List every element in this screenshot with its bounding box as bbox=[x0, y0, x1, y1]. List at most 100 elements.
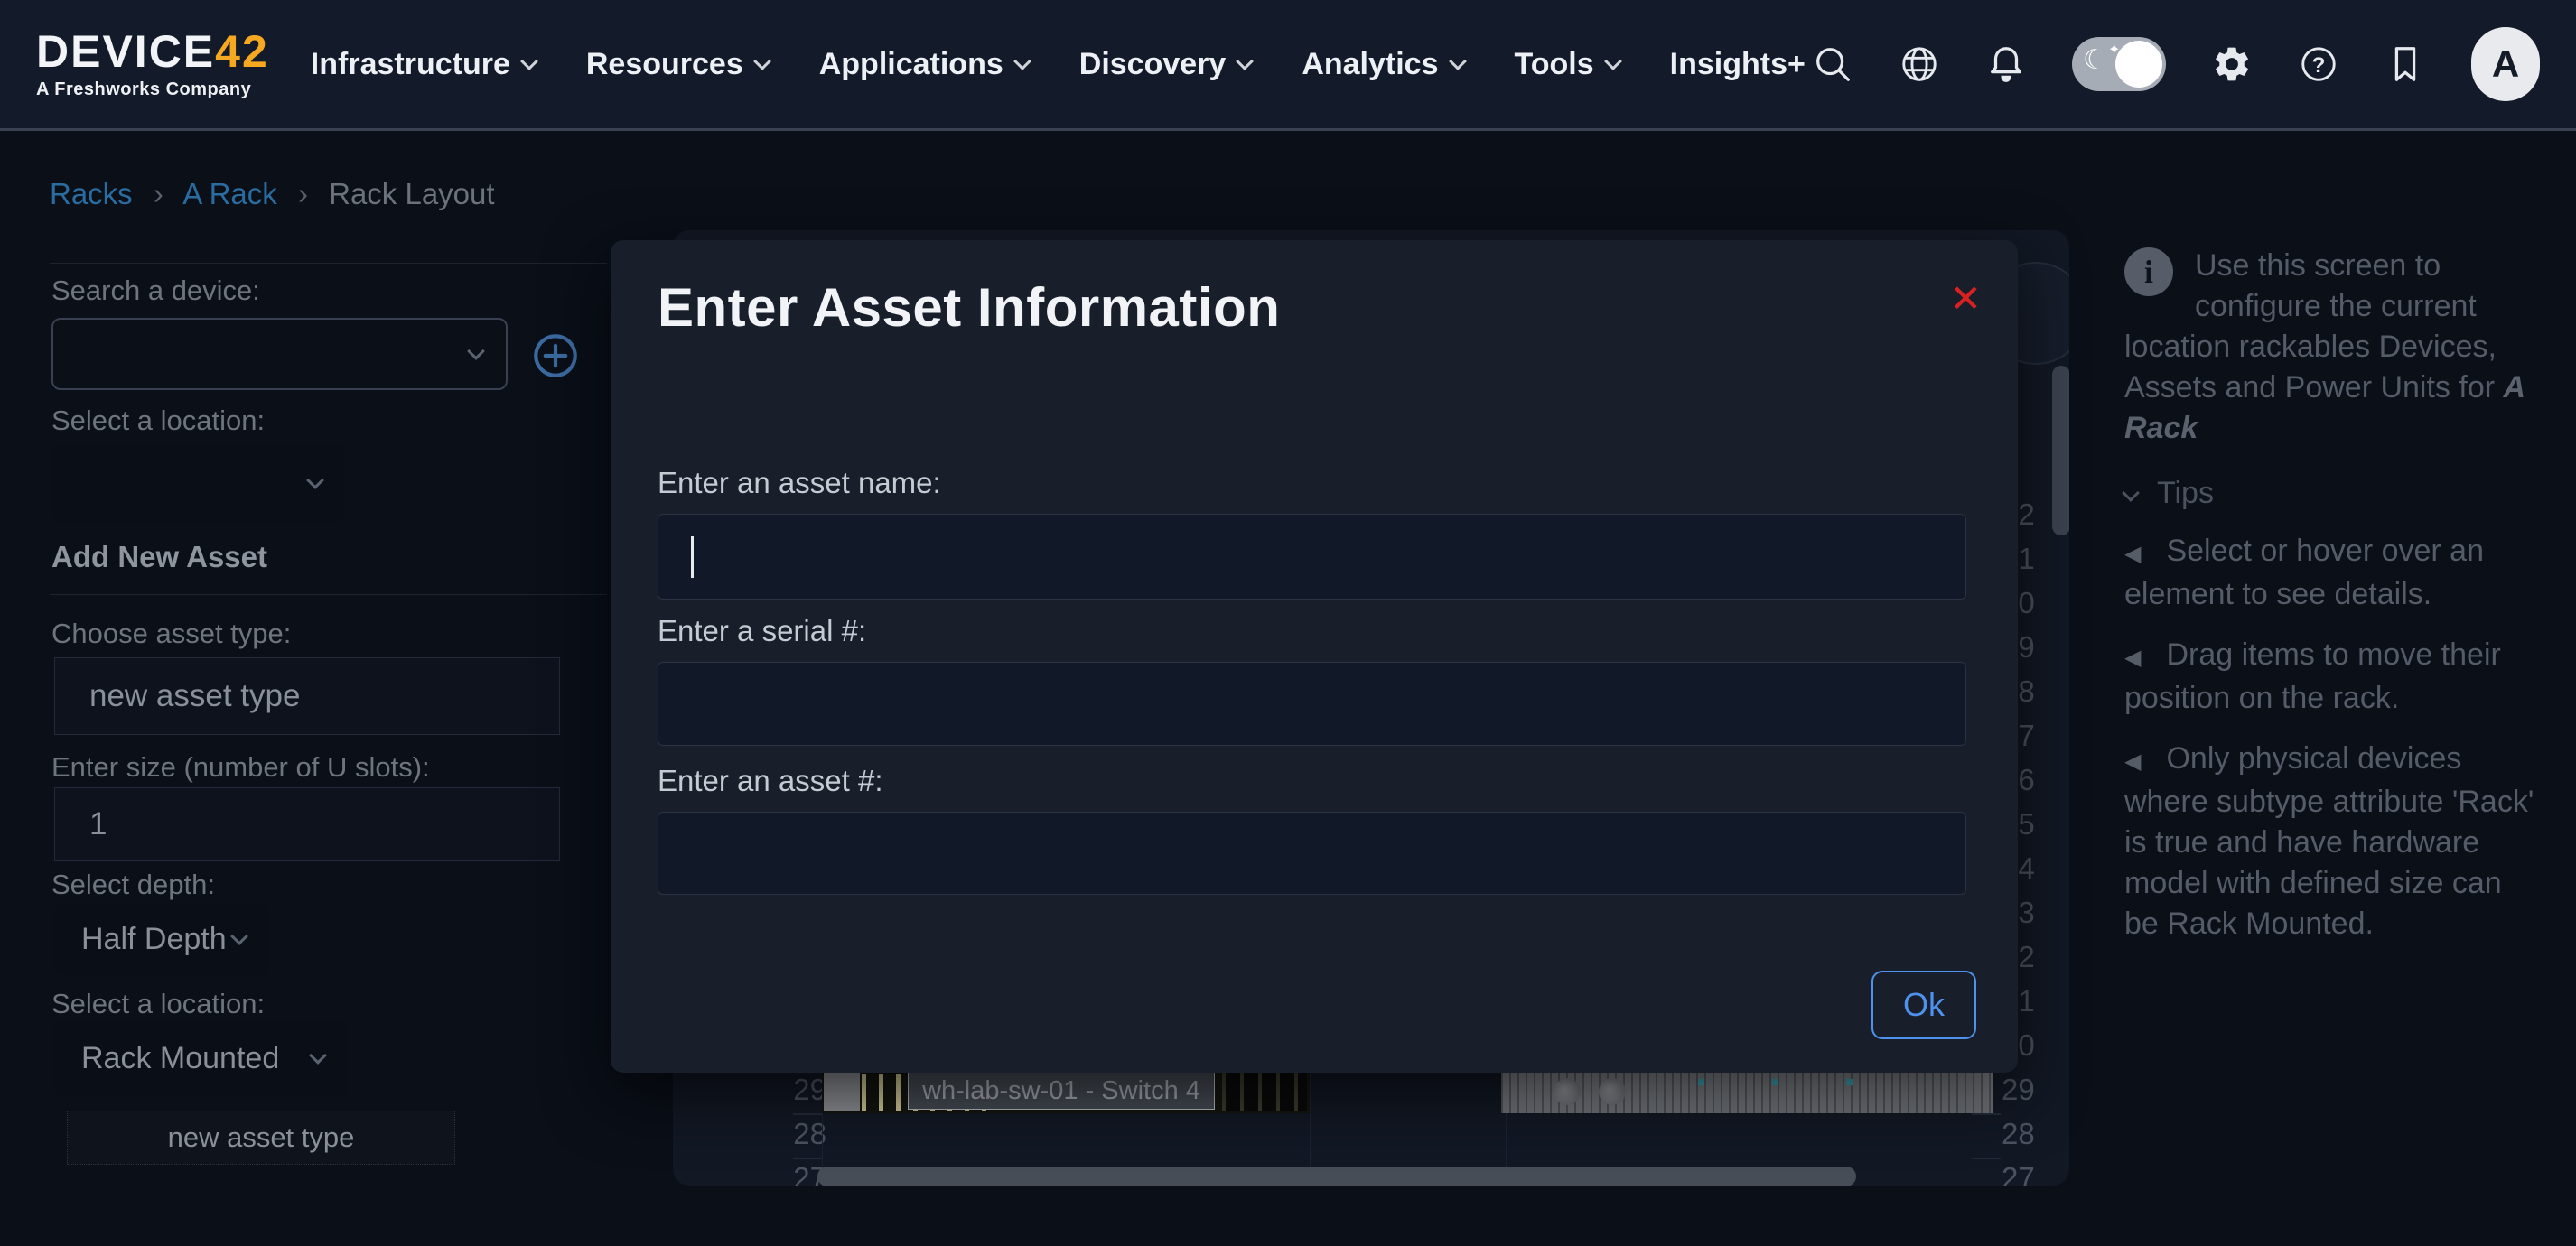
tips-header-label: Tips bbox=[2157, 476, 2214, 511]
breadcrumb-separator: › bbox=[154, 177, 163, 210]
breadcrumb-racks[interactable]: Racks bbox=[50, 177, 133, 210]
settings-gear-icon[interactable] bbox=[2211, 43, 2253, 85]
device42-rack-layout-page: DEVICE42 A Freshworks Company Infrastruc… bbox=[0, 0, 2576, 1246]
svg-text:?: ? bbox=[2312, 53, 2326, 78]
choose-asset-type-label: Choose asset type: bbox=[51, 618, 291, 650]
new-asset-type-button[interactable]: new asset type bbox=[67, 1111, 455, 1165]
switch-uplink-ports bbox=[1222, 1072, 1307, 1111]
asset-type-value: new asset type bbox=[89, 678, 300, 714]
server-fan bbox=[1599, 1078, 1626, 1105]
server-led bbox=[1846, 1079, 1853, 1085]
chevron-down-icon bbox=[1013, 52, 1031, 70]
chevron-down-icon bbox=[467, 342, 485, 360]
ok-button[interactable]: Ok bbox=[1871, 971, 1976, 1039]
asset-type-field[interactable]: new asset type bbox=[54, 657, 560, 735]
asset-number-label: Enter an asset #: bbox=[658, 764, 882, 798]
select-location2-label: Select a location: bbox=[51, 988, 265, 1020]
search-icon[interactable] bbox=[1812, 43, 1853, 85]
menu-infrastructure[interactable]: Infrastructure bbox=[311, 47, 536, 82]
enter-asset-information-modal: Enter Asset Information ✕ Enter an asset… bbox=[611, 240, 2018, 1073]
switch-module bbox=[824, 1072, 860, 1111]
globe-icon[interactable] bbox=[1899, 43, 1940, 85]
rail-tick bbox=[1972, 1158, 2001, 1159]
text-cursor bbox=[691, 536, 694, 578]
close-icon[interactable]: ✕ bbox=[1950, 280, 1982, 318]
tip-item: ◀Only physical devices where subtype att… bbox=[2124, 739, 2540, 944]
rail-tick bbox=[793, 1113, 822, 1115]
server-fan bbox=[1554, 1078, 1581, 1105]
search-device-select[interactable] bbox=[51, 318, 508, 390]
serial-number-input[interactable] bbox=[658, 662, 1966, 746]
brand-white: DEVICE bbox=[36, 26, 215, 77]
info-icon: i bbox=[2124, 247, 2173, 296]
search-device-label: Search a device: bbox=[51, 274, 260, 307]
theme-toggle[interactable]: ☾ ✦ bbox=[2072, 37, 2166, 91]
menu-discovery[interactable]: Discovery bbox=[1079, 47, 1252, 82]
main-menu: Infrastructure Resources Applications Di… bbox=[311, 47, 1806, 82]
chevron-down-icon bbox=[753, 52, 771, 70]
chevron-down-icon bbox=[1236, 52, 1254, 70]
menu-insights[interactable]: Insights+ bbox=[1670, 47, 1806, 82]
device42-logo[interactable]: DEVICE42 A Freshworks Company bbox=[36, 29, 269, 100]
menu-tools[interactable]: Tools bbox=[1515, 47, 1619, 82]
rack-unit-number: 29 bbox=[2002, 1073, 2035, 1107]
menu-analytics[interactable]: Analytics bbox=[1302, 47, 1463, 82]
menu-resources[interactable]: Resources bbox=[586, 47, 769, 82]
breadcrumb-separator: › bbox=[298, 177, 308, 210]
depth-dropdown[interactable]: Half Depth bbox=[54, 903, 269, 975]
size-field[interactable]: 1 bbox=[54, 787, 560, 861]
asset-name-input[interactable] bbox=[658, 514, 1966, 600]
tip-item: ◀Drag items to move their position on th… bbox=[2124, 635, 2540, 719]
server-led bbox=[1772, 1079, 1778, 1085]
notifications-bell-icon[interactable] bbox=[1985, 43, 2027, 85]
brand-tagline: A Freshworks Company bbox=[36, 79, 269, 100]
user-avatar[interactable]: A bbox=[2471, 27, 2540, 101]
tip-bullet-icon: ◀ bbox=[2124, 645, 2141, 670]
asset-number-input[interactable] bbox=[658, 812, 1966, 895]
breadcrumb-current: Rack Layout bbox=[329, 177, 494, 210]
chevron-down-icon bbox=[1604, 52, 1622, 70]
screen-info-text: iUse this screen to configure the curren… bbox=[2124, 246, 2540, 449]
sidebar-divider bbox=[50, 263, 607, 264]
toggle-knob bbox=[2115, 41, 2162, 88]
rack-unit-number: 27 bbox=[2002, 1161, 2035, 1186]
rail-tick bbox=[1972, 1113, 2001, 1115]
mount-location-value: Rack Mounted bbox=[54, 1020, 348, 1096]
top-navbar: DEVICE42 A Freshworks Company Infrastruc… bbox=[0, 0, 2576, 131]
mount-location-dropdown[interactable]: Rack Mounted bbox=[54, 1020, 348, 1096]
select-depth-label: Select depth: bbox=[51, 869, 215, 901]
add-device-plus-icon[interactable] bbox=[530, 330, 581, 381]
breadcrumb-a-rack[interactable]: A Rack bbox=[182, 177, 277, 210]
rack-unit-number: 29 bbox=[763, 1073, 826, 1107]
moon-icon: ☾ bbox=[2083, 44, 2107, 76]
help-icon[interactable]: ? bbox=[2298, 43, 2339, 85]
chevron-down-icon bbox=[1449, 52, 1467, 70]
modal-title: Enter Asset Information bbox=[658, 276, 1280, 339]
location-select[interactable] bbox=[51, 444, 345, 522]
rail-tick bbox=[793, 1158, 822, 1159]
server-led bbox=[1698, 1079, 1704, 1085]
bookmark-icon[interactable] bbox=[2385, 43, 2426, 85]
tip-bullet-icon: ◀ bbox=[2124, 541, 2141, 566]
asset-name-label: Enter an asset name: bbox=[658, 466, 941, 500]
rack-device-server[interactable] bbox=[1501, 1070, 1993, 1113]
chevron-down-icon bbox=[2122, 484, 2140, 502]
serial-number-label: Enter a serial #: bbox=[658, 614, 866, 648]
sidebar-divider bbox=[50, 594, 607, 595]
rack-device-switch[interactable]: wh-lab-sw-01 - Switch 4 bbox=[822, 1070, 1310, 1113]
tip-bullet-icon: ◀ bbox=[2124, 749, 2141, 774]
brand-accent: 42 bbox=[215, 26, 269, 77]
tips-toggle[interactable]: Tips bbox=[2124, 476, 2540, 511]
avatar-initial: A bbox=[2492, 42, 2519, 86]
tip-item: ◀Select or hover over an element to see … bbox=[2124, 531, 2540, 615]
menu-applications[interactable]: Applications bbox=[819, 47, 1029, 82]
rack-unit-number: 28 bbox=[763, 1117, 826, 1151]
horizontal-scrollbar[interactable] bbox=[817, 1167, 1856, 1186]
help-panel: iUse this screen to configure the curren… bbox=[2124, 246, 2540, 944]
chevron-down-icon bbox=[306, 471, 324, 489]
breadcrumb: Racks › A Rack › Rack Layout bbox=[50, 177, 495, 211]
chevron-down-icon bbox=[520, 52, 538, 70]
size-label: Enter size (number of U slots): bbox=[51, 751, 430, 784]
vertical-scrollbar[interactable] bbox=[2052, 366, 2069, 535]
size-value: 1 bbox=[89, 806, 107, 842]
